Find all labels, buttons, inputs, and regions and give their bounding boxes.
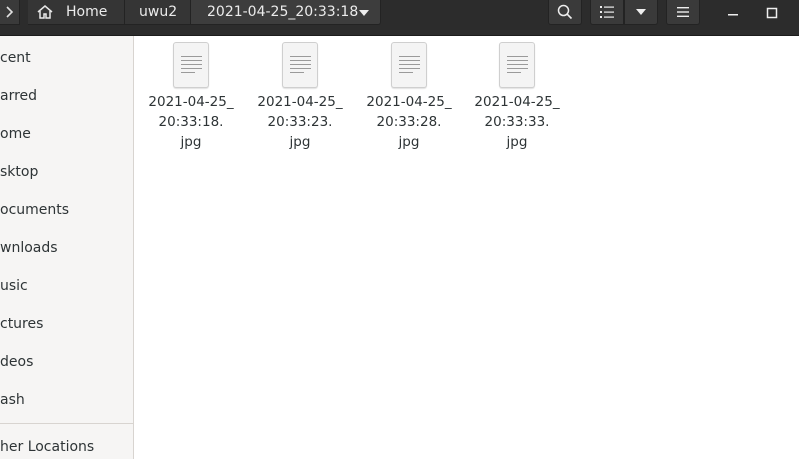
file-item[interactable]: 2021-04-25_ 20:33:33. jpg: [469, 42, 565, 152]
file-name: 2021-04-25_ 20:33:28. jpg: [366, 94, 452, 150]
document-icon: [173, 42, 209, 88]
sidebar-item-label: her Locations: [0, 439, 95, 455]
list-view-button[interactable]: [590, 0, 624, 25]
header-bar: Home uwu2 2021-04-25_20:33:18: [0, 0, 799, 36]
main-menu-button[interactable]: [666, 0, 700, 25]
sidebar-item-desktop[interactable]: sktop: [0, 153, 133, 191]
breadcrumb-uwu2[interactable]: uwu2: [125, 0, 191, 25]
chevron-right-icon: [5, 6, 13, 18]
document-icon: [282, 42, 318, 88]
breadcrumb-uwu2-label: uwu2: [139, 4, 178, 20]
sidebar-item-documents[interactable]: ocuments: [0, 191, 133, 229]
minimize-icon: [728, 13, 738, 15]
sidebar-item-downloads[interactable]: wnloads: [0, 229, 133, 267]
forward-button[interactable]: [0, 0, 20, 25]
search-button[interactable]: [548, 0, 582, 25]
sidebar-item-label: cent: [0, 50, 31, 66]
sidebar-item-music[interactable]: usic: [0, 267, 133, 305]
maximize-icon: [766, 7, 778, 18]
breadcrumb-current-label: 2021-04-25_20:33:18: [207, 4, 359, 20]
hamburger-icon: [677, 7, 689, 17]
sidebar-item-home[interactable]: ome: [0, 115, 133, 153]
document-icon: [499, 42, 535, 88]
sidebar-item-label: ocuments: [0, 202, 70, 218]
file-name: 2021-04-25_ 20:33:23. jpg: [257, 94, 343, 150]
sidebar-item-trash[interactable]: ash: [0, 381, 133, 419]
sidebar-item-label: deos: [0, 354, 34, 370]
file-view: 2021-04-25_ 20:33:18. jpg 2021-04-25_ 20:33…: [135, 36, 799, 459]
sidebar-item-pictures[interactable]: ctures: [0, 305, 133, 343]
maximize-button[interactable]: [759, 0, 785, 25]
breadcrumb-current-folder[interactable]: 2021-04-25_20:33:18: [191, 0, 381, 25]
sidebar-item-videos[interactable]: deos: [0, 343, 133, 381]
sidebar-item-recent[interactable]: cent: [0, 39, 133, 77]
sidebar-item-label: arred: [0, 88, 38, 104]
file-item[interactable]: 2021-04-25_ 20:33:18. jpg: [143, 42, 239, 152]
sidebar-item-label: wnloads: [0, 240, 58, 256]
file-item[interactable]: 2021-04-25_ 20:33:23. jpg: [252, 42, 348, 152]
sidebar-item-other-locations[interactable]: her Locations: [0, 428, 133, 459]
sidebar-item-label: ctures: [0, 316, 44, 332]
sidebar-item-starred[interactable]: arred: [0, 77, 133, 115]
file-name: 2021-04-25_ 20:33:33. jpg: [474, 94, 560, 150]
view-options-button[interactable]: [624, 0, 658, 25]
breadcrumb-home[interactable]: Home: [28, 0, 125, 25]
search-icon: [557, 4, 573, 20]
list-view-icon: [600, 6, 614, 18]
sidebar-item-label: ash: [0, 392, 25, 408]
sidebar: cent arred ome sktop ocuments wnloads us…: [0, 36, 134, 459]
file-item[interactable]: 2021-04-25_ 20:33:28. jpg: [361, 42, 457, 152]
triangle-down-icon: [636, 9, 646, 15]
home-icon: [37, 5, 53, 19]
document-icon: [391, 42, 427, 88]
triangle-down-icon[interactable]: [358, 9, 370, 17]
minimize-button[interactable]: [720, 0, 746, 25]
breadcrumb-home-label: Home: [66, 4, 108, 20]
file-name: 2021-04-25_ 20:33:18. jpg: [148, 94, 234, 150]
sidebar-item-label: usic: [0, 278, 28, 294]
sidebar-item-label: sktop: [0, 164, 39, 180]
sidebar-divider: [0, 423, 133, 424]
sidebar-item-label: ome: [0, 126, 31, 142]
